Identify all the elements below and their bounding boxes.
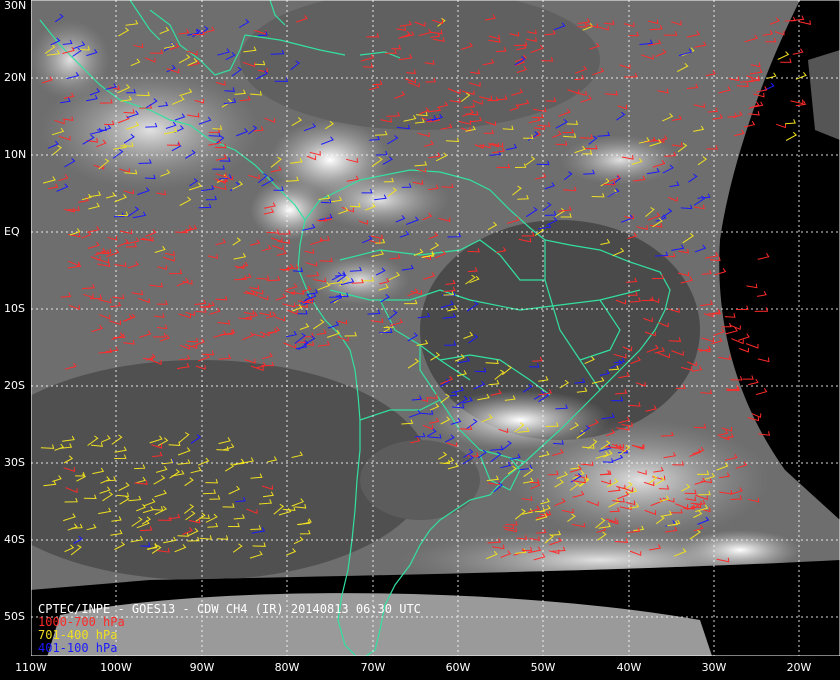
lat-label: 50S bbox=[4, 610, 25, 623]
latitude-axis bbox=[0, 0, 31, 656]
wind-barb bbox=[755, 388, 768, 396]
wind-barb bbox=[785, 131, 798, 141]
lon-label: 40W bbox=[616, 661, 642, 674]
wind-barb bbox=[724, 313, 736, 318]
lat-label: 30S bbox=[4, 456, 25, 469]
wind-barb bbox=[742, 375, 754, 380]
wind-barb bbox=[756, 291, 767, 297]
wind-barb bbox=[766, 72, 777, 79]
lon-label: 110W bbox=[15, 661, 47, 674]
lat-label: 30N bbox=[4, 0, 27, 12]
wind-barb bbox=[776, 123, 786, 129]
lon-label: 50W bbox=[530, 661, 556, 674]
lat-label: 10S bbox=[4, 302, 25, 315]
wind-barb bbox=[777, 51, 790, 60]
lat-label: 10N bbox=[4, 148, 27, 161]
wind-barb bbox=[790, 15, 805, 22]
wind-barb bbox=[792, 48, 804, 55]
wind-barb bbox=[738, 347, 749, 353]
wind-barb bbox=[784, 119, 796, 125]
wind-barb bbox=[725, 327, 738, 335]
map-caption: CPTEC/INPE - GOES13 - CDW CH4 (IR) 20140… bbox=[38, 603, 421, 655]
lon-label: 80W bbox=[274, 661, 300, 674]
wind-barb bbox=[746, 283, 758, 289]
wind-barb bbox=[780, 58, 792, 63]
wind-barb bbox=[757, 253, 770, 260]
lat-label: 20N bbox=[4, 71, 27, 84]
satellite-map bbox=[30, 0, 840, 680]
lat-label: 40S bbox=[4, 533, 25, 546]
legend-high-level: 401-100 hPa bbox=[38, 641, 118, 655]
wind-barb bbox=[738, 333, 750, 341]
wind-barb bbox=[762, 82, 775, 92]
lon-label: 90W bbox=[189, 661, 215, 674]
lon-label: 60W bbox=[445, 661, 471, 674]
lon-label: 100W bbox=[100, 661, 132, 674]
lat-label: EQ bbox=[4, 225, 20, 238]
wind-barb bbox=[799, 20, 811, 25]
wind-barb bbox=[757, 357, 770, 363]
wind-barb bbox=[748, 378, 759, 386]
wind-barb bbox=[745, 343, 759, 349]
lat-label: 20S bbox=[4, 379, 25, 392]
lon-label: 30W bbox=[701, 661, 727, 674]
wind-barb bbox=[795, 71, 807, 80]
lon-label: 20W bbox=[786, 661, 812, 674]
wind-barb bbox=[790, 99, 804, 105]
lon-label: 70W bbox=[360, 661, 386, 674]
